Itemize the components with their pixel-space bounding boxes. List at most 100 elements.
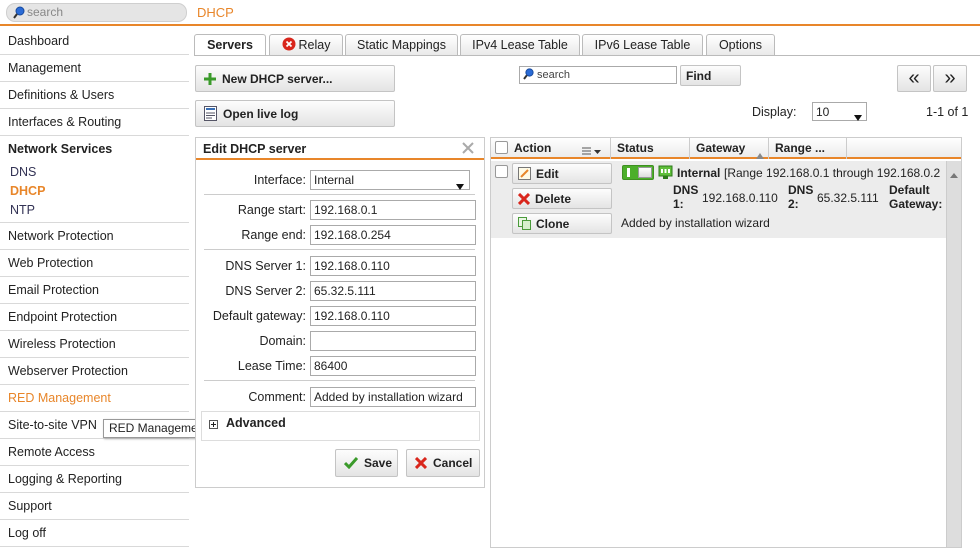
comment-input[interactable]: Added by installation wizard [310, 387, 476, 407]
lease-time-label: Lease Time: [237, 359, 306, 373]
clone-icon [518, 217, 531, 230]
sidebar-item-definitions-users[interactable]: Definitions & Users [0, 82, 189, 109]
tab-ipv4-lease-table[interactable]: IPv4 Lease Table [460, 34, 580, 56]
dns-server-1-label: DNS Server 1: [225, 259, 306, 273]
tab-options[interactable]: Options [706, 34, 775, 56]
display-count-select[interactable]: 10 [812, 102, 867, 121]
vertical-scrollbar[interactable] [946, 161, 961, 547]
panel-title: Edit DHCP server [196, 138, 484, 160]
sidebar-subitem-dns[interactable]: DNS [0, 163, 189, 182]
column-range[interactable]: Range ... [769, 138, 847, 159]
open-live-log-label: Open live log [223, 106, 299, 121]
server-name: Internal [677, 166, 721, 180]
delete-button[interactable]: Delete [512, 188, 612, 209]
next-page-button[interactable]: » [933, 65, 967, 92]
tab-ipv6-lease-table[interactable]: IPv6 Lease Table [582, 34, 703, 56]
save-button[interactable]: Save [335, 449, 398, 477]
sidebar-subitem-dhcp[interactable]: DHCP [0, 182, 189, 201]
interface-select[interactable]: Internal [310, 170, 470, 190]
network-interface-icon [658, 165, 673, 182]
cancel-button[interactable]: Cancel [406, 449, 480, 477]
clone-button[interactable]: Clone [512, 213, 612, 234]
save-label: Save [364, 456, 393, 470]
sidebar-item-email-protection[interactable]: Email Protection [0, 277, 189, 304]
sidebar-item-red-management[interactable]: RED Management [0, 385, 189, 412]
enable-toggle[interactable] [622, 165, 654, 180]
display-count-value: 10 [816, 105, 830, 119]
domain-label: Domain: [259, 334, 306, 348]
tab-relay-label: Relay [298, 38, 331, 52]
search-placeholder: search [27, 5, 64, 19]
tab-divider [194, 55, 980, 56]
default-gateway-field-label: Default Gateway: [889, 183, 943, 211]
dns-server-2-input[interactable]: 65.32.5.111 [310, 281, 476, 301]
sidebar-item-remote-access[interactable]: Remote Access [0, 439, 189, 466]
dns-1-label: DNS 1: [673, 183, 699, 211]
tab-servers[interactable]: Servers [194, 34, 266, 56]
lease-time-input[interactable]: 86400 [310, 356, 476, 376]
sidebar-item-webserver-protection[interactable]: Webserver Protection [0, 358, 189, 385]
search-icon [13, 6, 25, 24]
row-checkbox[interactable] [495, 165, 508, 178]
sidebar-item-logging-reporting[interactable]: Logging & Reporting [0, 466, 189, 493]
sidebar: Dashboard Management Definitions & Users… [0, 28, 189, 548]
grid-header: Action Status Gateway Range ... [491, 138, 961, 159]
edit-icon [518, 167, 531, 180]
sidebar-search-input[interactable]: search [6, 3, 187, 22]
column-menu-icon[interactable] [582, 143, 602, 163]
dns-2-value: 65.32.5.111 [817, 191, 879, 205]
dns-2-label: DNS 2: [788, 183, 814, 211]
sidebar-section-network-services: Network Services DNS DHCP NTP [0, 136, 189, 223]
sidebar-subitem-ntp[interactable]: NTP [0, 201, 189, 220]
edit-button[interactable]: Edit [512, 163, 612, 184]
sidebar-item-management[interactable]: Management [0, 55, 189, 82]
interface-value: Internal [314, 173, 355, 187]
dns-server-2-label: DNS Server 2: [225, 284, 306, 298]
sidebar-item-interfaces-routing[interactable]: Interfaces & Routing [0, 109, 189, 136]
default-gateway-input[interactable]: 192.168.0.110 [310, 306, 476, 326]
tab-relay[interactable]: Relay [269, 34, 343, 56]
new-dhcp-server-label: New DHCP server... [222, 71, 333, 86]
default-gateway-label: Default gateway: [212, 309, 306, 323]
sidebar-item-network-services[interactable]: Network Services [0, 136, 189, 163]
server-range: [Range 192.168.0.1 through 192.168.0.2 [724, 166, 941, 180]
column-status[interactable]: Status [611, 138, 690, 159]
toggle-knob [638, 167, 652, 178]
tab-static-mappings[interactable]: Static Mappings [345, 34, 458, 56]
sidebar-item-support[interactable]: Support [0, 493, 189, 520]
dns-server-1-input[interactable]: 192.168.0.110 [310, 256, 476, 276]
interface-label: Interface: [253, 173, 306, 187]
error-icon [282, 37, 296, 57]
scroll-up-icon[interactable] [950, 167, 958, 181]
advanced-section[interactable]: Advanced [201, 411, 480, 441]
range-end-input[interactable]: 192.168.0.254 [310, 225, 476, 245]
advanced-label: Advanced [226, 416, 286, 430]
grid-search-input[interactable]: search [519, 66, 677, 84]
previous-page-button[interactable]: « [897, 65, 931, 92]
open-live-log-button[interactable]: Open live log [195, 100, 395, 127]
sidebar-item-web-protection[interactable]: Web Protection [0, 250, 189, 277]
column-gateway[interactable]: Gateway [690, 138, 769, 159]
pagination-count: 1-1 of 1 [926, 105, 969, 119]
sidebar-item-network-protection[interactable]: Network Protection [0, 223, 189, 250]
cancel-icon [415, 457, 427, 469]
new-dhcp-server-button[interactable]: New DHCP server... [195, 65, 395, 92]
sidebar-item-endpoint-protection[interactable]: Endpoint Protection [0, 304, 189, 331]
column-action[interactable]: Action [508, 138, 611, 159]
dropdown-arrow-icon [456, 177, 464, 195]
sidebar-item-log-off[interactable]: Log off [0, 520, 189, 547]
sidebar-item-dashboard[interactable]: Dashboard [0, 28, 189, 55]
find-button[interactable]: Find [680, 65, 741, 86]
plus-icon [204, 72, 216, 85]
range-start-input[interactable]: 192.168.0.1 [310, 200, 476, 220]
sidebar-item-wireless-protection[interactable]: Wireless Protection [0, 331, 189, 358]
cancel-label: Cancel [433, 456, 473, 470]
select-all-checkbox[interactable] [495, 141, 508, 154]
domain-input[interactable] [310, 331, 476, 351]
server-comment: Added by installation wizard [621, 216, 770, 230]
log-icon [204, 106, 217, 121]
delete-icon [518, 192, 530, 205]
top-bar: search DHCP [0, 0, 980, 26]
range-end-label: Range end: [241, 228, 306, 242]
close-icon[interactable] [462, 142, 474, 157]
